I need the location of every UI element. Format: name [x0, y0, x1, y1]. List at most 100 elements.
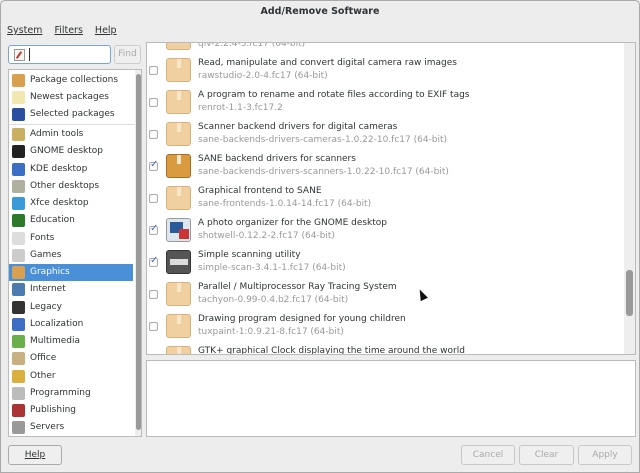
category-label: Admin tools	[30, 129, 84, 139]
category-label: Office	[30, 353, 57, 364]
help-button[interactable]: Help	[8, 445, 62, 465]
category-legacy[interactable]: Legacy	[9, 299, 133, 316]
category-label: Programming	[30, 387, 91, 398]
category-localization[interactable]: Localization	[9, 316, 133, 333]
package-row[interactable]: Drawing program designed for young child…	[147, 310, 623, 342]
menu-filters[interactable]: Filters	[54, 23, 82, 39]
package-row[interactable]: A photo organizer for the GNOME desktop s…	[147, 214, 623, 246]
cancel-button[interactable]: Cancel	[461, 445, 515, 465]
scrollbar-thumb[interactable]	[626, 270, 633, 316]
category-label: Xfce desktop	[30, 198, 89, 208]
category-programming[interactable]: Programming	[9, 385, 133, 402]
package-list: qiv-2.2.4-3.fc17 (64-bit) Read, manipulat…	[146, 42, 636, 355]
package-icon	[166, 122, 191, 146]
gnome-foot-icon	[12, 145, 25, 159]
package-row[interactable]: qiv-2.2.4-3.fc17 (64-bit)	[147, 42, 623, 54]
window-title: Add/Remove Software	[260, 6, 380, 17]
lightbulb-icon	[12, 91, 25, 104]
category-scrollbar[interactable]	[135, 70, 141, 436]
floppy-icon	[12, 300, 25, 314]
category-office[interactable]: Office	[9, 350, 133, 367]
category-multimedia[interactable]: Multimedia	[9, 333, 133, 350]
category-internet[interactable]: Internet	[9, 281, 133, 298]
find-button[interactable]: Find	[114, 45, 141, 64]
divider	[9, 124, 135, 125]
package-name: qiv-2.2.4-3.fc17 (64-bit)	[198, 42, 306, 49]
category-label: Localization	[30, 318, 84, 329]
category-graphics[interactable]: Graphics	[9, 264, 133, 281]
package-checkbox[interactable]	[149, 194, 158, 203]
help-label: Help	[24, 450, 46, 460]
category-label: Fonts	[30, 232, 55, 243]
category-games[interactable]: Games	[9, 247, 133, 264]
menu-system[interactable]: System	[7, 23, 42, 39]
category-label: Games	[30, 249, 62, 260]
category-newest-packages[interactable]: Newest packages	[9, 89, 133, 106]
category-publishing[interactable]: Publishing	[9, 402, 133, 419]
category-kde-desktop[interactable]: KDE desktop	[9, 161, 133, 178]
package-row[interactable]: Read, manipulate and convert digital cam…	[147, 54, 623, 86]
package-name: rawstudio-2.0-4.fc17 (64-bit)	[198, 71, 328, 81]
package-row[interactable]: Parallel / Multiprocessor Ray Tracing Sy…	[147, 278, 623, 310]
category-package-collections[interactable]: Package collections	[9, 72, 133, 89]
package-scrollbar[interactable]	[624, 43, 635, 354]
package-row[interactable]: Graphical frontend to SANE sane-frontends…	[147, 182, 623, 214]
category-selected-packages[interactable]: Selected packages	[9, 106, 133, 123]
category-fonts[interactable]: Fonts	[9, 230, 133, 247]
category-label: Publishing	[30, 405, 76, 415]
category-admin-tools[interactable]: Admin tools	[9, 126, 133, 143]
package-row[interactable]: Simple scanning utility simple-scan-3.4.1…	[147, 246, 623, 278]
package-icon	[166, 186, 191, 210]
category-label: KDE desktop	[30, 163, 88, 174]
admin-tools-icon	[12, 128, 25, 141]
publishing-icon	[12, 404, 25, 417]
category-xfce-desktop[interactable]: Xfce desktop	[9, 195, 133, 212]
package-summary: Simple scanning utility	[198, 250, 301, 260]
package-name: renrot-1.1-3.fc17.2	[198, 103, 283, 113]
palette-icon	[12, 266, 25, 279]
category-label: Package collections	[30, 75, 119, 85]
package-summary: A program to rename and rotate files acc…	[198, 90, 470, 100]
category-label: Other	[30, 370, 56, 381]
joystick-icon	[12, 248, 25, 262]
search-box[interactable]	[8, 45, 111, 64]
category-servers[interactable]: Servers	[9, 419, 133, 436]
category-other-desktops[interactable]: Other desktops	[9, 178, 133, 195]
category-label: Internet	[30, 284, 66, 295]
package-name: sane-frontends-1.0.14-14.fc17 (64-bit)	[198, 199, 372, 209]
clear-button[interactable]: Clear	[519, 445, 574, 465]
menu-help[interactable]: Help	[95, 23, 117, 39]
package-checkbox[interactable]	[149, 66, 158, 75]
education-icon	[12, 214, 25, 228]
package-checkbox[interactable]	[149, 130, 158, 139]
other-icon	[12, 369, 25, 383]
category-gnome-desktop[interactable]: GNOME desktop	[9, 143, 133, 160]
package-icon	[166, 90, 191, 114]
scrollbar-thumb[interactable]	[136, 74, 141, 430]
search-input[interactable]	[29, 48, 107, 61]
package-name: tachyon-0.99-0.4.b2.fc17 (64-bit)	[198, 295, 349, 305]
package-summary: Read, manipulate and convert digital cam…	[198, 58, 457, 68]
package-checkbox[interactable]	[149, 223, 158, 235]
package-row[interactable]: GTK+ graphical Clock displaying the time…	[147, 342, 623, 355]
category-label: Legacy	[30, 301, 62, 312]
menubar: System Filters Help	[7, 23, 117, 39]
package-checkbox[interactable]	[149, 255, 158, 267]
package-checkbox[interactable]	[149, 322, 158, 331]
category-label: Servers	[30, 422, 65, 433]
package-row[interactable]: A program to rename and rotate files acc…	[147, 86, 623, 118]
apply-button[interactable]: Apply	[578, 445, 632, 465]
category-other[interactable]: Other	[9, 368, 133, 385]
package-summary: Drawing program designed for young child…	[198, 314, 406, 324]
package-checkbox[interactable]	[149, 354, 158, 355]
package-checkbox[interactable]	[149, 98, 158, 107]
package-row[interactable]: Scanner backend drivers for digital came…	[147, 118, 623, 150]
edit-icon	[14, 49, 25, 61]
package-name: tuxpaint-1:0.9.21-8.fc17 (64-bit)	[198, 327, 344, 337]
package-row[interactable]: SANE backend drivers for scanners sane-ba…	[147, 150, 623, 182]
package-checkbox[interactable]	[149, 159, 158, 171]
shotwell-icon	[166, 218, 191, 242]
package-summary: SANE backend drivers for scanners	[198, 154, 356, 164]
package-checkbox[interactable]	[149, 290, 158, 299]
category-education[interactable]: Education	[9, 212, 133, 229]
